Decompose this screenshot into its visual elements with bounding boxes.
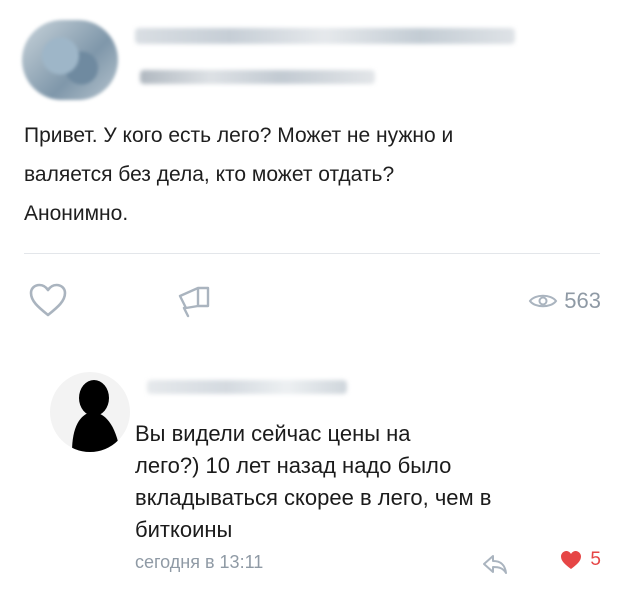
heart-outline-icon[interactable] bbox=[28, 282, 68, 318]
reply-icon[interactable] bbox=[481, 552, 509, 576]
comment-like-count: 5 bbox=[590, 549, 601, 570]
share-megaphone-icon[interactable] bbox=[174, 284, 212, 318]
post-divider bbox=[24, 253, 600, 254]
views-counter: 563 bbox=[528, 288, 601, 314]
post-author-name-blurred[interactable] bbox=[135, 28, 515, 44]
post-text: Привет. У кого есть лего? Может не нужно… bbox=[24, 124, 454, 225]
heart-filled-icon bbox=[561, 551, 582, 569]
comment-timestamp: сегодня в 13:11 bbox=[135, 552, 264, 572]
comment-author-avatar[interactable] bbox=[50, 372, 130, 452]
views-count: 563 bbox=[564, 288, 601, 313]
comment-like-button[interactable]: 5 bbox=[560, 549, 601, 571]
post-author-avatar[interactable] bbox=[22, 20, 118, 100]
silhouette-image bbox=[72, 380, 120, 452]
comment-author-name-blurred[interactable] bbox=[147, 380, 347, 394]
eye-icon bbox=[529, 294, 558, 308]
comment-text: Вы видели сейчас цены на лего?) 10 лет н… bbox=[135, 421, 492, 542]
post-date-blurred bbox=[140, 70, 375, 84]
